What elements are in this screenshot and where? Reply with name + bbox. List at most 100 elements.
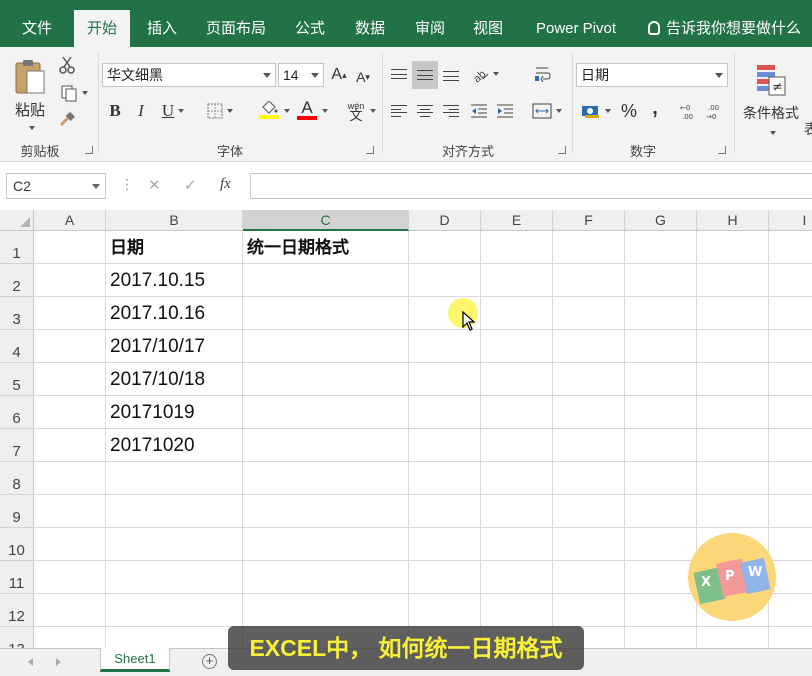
formula-input[interactable] xyxy=(250,173,812,199)
font-name-combo[interactable]: 华文细黑 xyxy=(102,63,276,87)
format-painter-button[interactable] xyxy=(56,109,78,131)
middle-align-button[interactable] xyxy=(412,61,438,89)
borders-button[interactable] xyxy=(200,100,240,122)
row-header-13[interactable]: 13 xyxy=(0,627,34,648)
shrink-font-button[interactable]: A ▾ xyxy=(354,66,372,88)
row-header-12[interactable]: 12 xyxy=(0,594,34,627)
row-header-1[interactable]: 1 xyxy=(0,231,34,264)
add-sheet-button[interactable]: + xyxy=(202,654,217,669)
row-header-3[interactable]: 3 xyxy=(0,297,34,330)
column-header-a[interactable]: A xyxy=(34,210,106,231)
merge-center-button[interactable] xyxy=(528,100,566,122)
tab-page-layout[interactable]: 页面布局 xyxy=(196,10,276,47)
chevron-down-icon[interactable] xyxy=(770,131,776,135)
cell-b6[interactable]: 20171019 xyxy=(106,396,242,429)
number-launcher-icon[interactable] xyxy=(718,146,726,154)
accounting-format-button[interactable] xyxy=(578,100,614,122)
cancel-icon[interactable]: ✕ xyxy=(148,176,161,194)
clipboard-launcher-icon[interactable] xyxy=(85,146,93,154)
tab-view[interactable]: 视图 xyxy=(462,10,514,47)
paste-dropdown-icon[interactable] xyxy=(29,125,35,130)
column-header-d[interactable]: D xyxy=(409,210,481,231)
font-size-combo[interactable]: 14 xyxy=(278,63,324,87)
decrease-decimal-button[interactable]: .00 →0 xyxy=(704,100,726,122)
cut-button[interactable] xyxy=(56,54,78,76)
sheet-next-icon[interactable] xyxy=(56,658,61,666)
tab-review[interactable]: 审阅 xyxy=(404,10,456,47)
cell-b3[interactable]: 2017.10.16 xyxy=(106,297,242,330)
row-header-8[interactable]: 8 xyxy=(0,462,34,495)
insert-function-icon[interactable]: fx xyxy=(220,176,231,193)
chevron-down-icon[interactable] xyxy=(322,109,328,113)
align-center-button[interactable] xyxy=(414,100,436,122)
cell-b2[interactable]: 2017.10.15 xyxy=(106,264,242,297)
top-align-button[interactable] xyxy=(388,61,410,87)
alignment-launcher-icon[interactable] xyxy=(558,146,566,154)
select-all-button[interactable] xyxy=(0,210,34,231)
copy-button[interactable] xyxy=(56,82,92,104)
copy-dropdown-icon[interactable] xyxy=(82,91,88,95)
tab-file[interactable]: 文件 xyxy=(8,10,66,47)
tab-home[interactable]: 开始 xyxy=(74,10,130,47)
column-header-i[interactable]: I xyxy=(769,210,812,231)
cell-b1[interactable]: 日期 xyxy=(106,231,242,264)
name-box[interactable]: C2 xyxy=(6,173,106,199)
tab-power-pivot[interactable]: Power Pivot xyxy=(524,10,628,47)
row-header-10[interactable]: 10 xyxy=(0,528,34,561)
chevron-down-icon[interactable] xyxy=(370,109,376,113)
align-right-button[interactable] xyxy=(440,100,462,122)
chevron-down-icon[interactable] xyxy=(284,109,290,113)
row-header-7[interactable]: 7 xyxy=(0,429,34,462)
cell-b5[interactable]: 2017/10/18 xyxy=(106,363,242,396)
cell-b4[interactable]: 2017/10/17 xyxy=(106,330,242,363)
column-header-f[interactable]: F xyxy=(553,210,625,231)
sheet-prev-icon[interactable] xyxy=(28,658,33,666)
font-color-button[interactable]: A xyxy=(292,98,322,122)
percent-button[interactable]: % xyxy=(618,100,640,122)
orientation-button[interactable]: ab xyxy=(468,61,502,87)
increase-decimal-button[interactable]: ←0.00 xyxy=(678,100,700,122)
bottom-align-button[interactable] xyxy=(440,63,462,89)
bold-button[interactable]: B xyxy=(104,100,126,122)
chevron-down-icon[interactable] xyxy=(178,109,185,113)
font-color-icon: A xyxy=(301,98,313,117)
enter-icon[interactable]: ✓ xyxy=(184,176,197,194)
wrap-text-button[interactable] xyxy=(530,61,556,87)
grow-font-button[interactable]: A ▴ xyxy=(330,64,348,86)
font-launcher-icon[interactable] xyxy=(366,146,374,154)
chevron-down-icon[interactable] xyxy=(227,109,233,113)
number-format-value: 日期 xyxy=(581,67,609,83)
tell-me-box[interactable]: 告诉我你想要做什么 xyxy=(648,10,801,47)
conditional-formatting-button[interactable]: ≠ 条件格式 xyxy=(738,57,804,141)
row-header-2[interactable]: 2 xyxy=(0,264,34,297)
column-header-h[interactable]: H xyxy=(697,210,769,231)
paste-button[interactable]: 粘贴 xyxy=(8,53,52,133)
tab-insert[interactable]: 插入 xyxy=(136,10,188,47)
row-header-11[interactable]: 11 xyxy=(0,561,34,594)
cell-c1[interactable]: 统一日期格式 xyxy=(243,231,408,264)
cell-b7[interactable]: 20171020 xyxy=(106,429,242,462)
column-header-b[interactable]: B xyxy=(106,210,243,231)
row-header-6[interactable]: 6 xyxy=(0,396,34,429)
decrease-indent-button[interactable] xyxy=(468,100,490,122)
chevron-down-icon[interactable] xyxy=(493,72,499,76)
increase-indent-button[interactable] xyxy=(494,100,516,122)
phonetic-guide-button[interactable]: wén 文 xyxy=(338,98,374,124)
tab-data[interactable]: 数据 xyxy=(344,10,396,47)
column-header-c[interactable]: C xyxy=(243,210,409,231)
tab-formulas[interactable]: 公式 xyxy=(284,10,336,47)
underline-button[interactable]: U xyxy=(156,100,190,122)
chevron-down-icon[interactable] xyxy=(605,109,611,113)
sheet-tab-sheet1[interactable]: Sheet1 xyxy=(100,648,170,672)
italic-button[interactable]: I xyxy=(130,100,152,122)
row-header-5[interactable]: 5 xyxy=(0,363,34,396)
chevron-down-icon[interactable] xyxy=(556,109,562,113)
column-header-g[interactable]: G xyxy=(625,210,697,231)
fill-color-button[interactable] xyxy=(250,98,288,122)
row-header-9[interactable]: 9 xyxy=(0,495,34,528)
align-left-button[interactable] xyxy=(388,100,410,122)
comma-style-button[interactable]: , xyxy=(644,97,666,119)
number-format-combo[interactable]: 日期 xyxy=(576,63,728,87)
row-header-4[interactable]: 4 xyxy=(0,330,34,363)
column-header-e[interactable]: E xyxy=(481,210,553,231)
